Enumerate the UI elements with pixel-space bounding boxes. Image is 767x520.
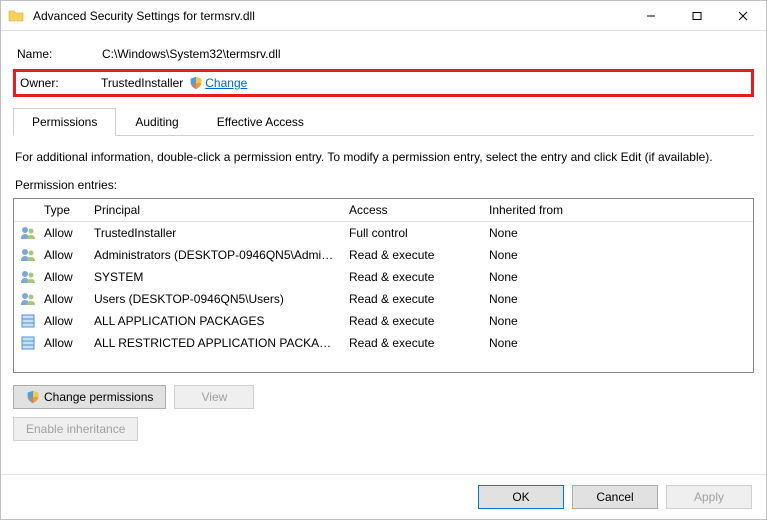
dialog-footer: OK Cancel Apply xyxy=(1,474,766,519)
users-icon xyxy=(14,221,38,245)
maximize-button[interactable] xyxy=(674,1,720,30)
entry-inherited: None xyxy=(483,266,753,288)
tab-strip: Permissions Auditing Effective Access xyxy=(13,107,754,136)
list-header: Type Principal Access Inherited from xyxy=(14,199,753,222)
close-button[interactable] xyxy=(720,1,766,30)
entry-principal: Administrators (DESKTOP-0946QN5\Admini..… xyxy=(88,244,343,266)
table-row[interactable]: AllowALL APPLICATION PACKAGESRead & exec… xyxy=(14,310,753,332)
name-value: C:\Windows\System32\termsrv.dll xyxy=(102,47,280,61)
advanced-security-window: Advanced Security Settings for termsrv.d… xyxy=(0,0,767,520)
entry-access: Read & execute xyxy=(343,310,483,332)
ok-button[interactable]: OK xyxy=(478,485,564,509)
permission-entries-list[interactable]: Type Principal Access Inherited from All… xyxy=(13,198,754,373)
entry-type: Allow xyxy=(38,310,88,332)
entry-access: Read & execute xyxy=(343,332,483,354)
col-access[interactable]: Access xyxy=(343,199,483,221)
entry-principal: TrustedInstaller xyxy=(88,222,343,244)
entry-principal: ALL APPLICATION PACKAGES xyxy=(88,310,343,332)
table-row[interactable]: AllowSYSTEMRead & executeNone xyxy=(14,266,753,288)
entry-principal: SYSTEM xyxy=(88,266,343,288)
entry-inherited: None xyxy=(483,310,753,332)
entry-access: Read & execute xyxy=(343,288,483,310)
col-principal[interactable]: Principal xyxy=(88,199,343,221)
change-permissions-button[interactable]: Change permissions xyxy=(13,385,166,409)
shield-icon xyxy=(189,76,203,90)
entry-type: Allow xyxy=(38,244,88,266)
entry-principal: Users (DESKTOP-0946QN5\Users) xyxy=(88,288,343,310)
package-icon xyxy=(14,309,38,333)
change-owner-link[interactable]: Change xyxy=(205,76,247,90)
tab-permissions[interactable]: Permissions xyxy=(13,108,116,136)
entry-principal: ALL RESTRICTED APPLICATION PACKAGES xyxy=(88,332,343,354)
entry-access: Read & execute xyxy=(343,266,483,288)
owner-label: Owner: xyxy=(18,76,101,90)
users-icon xyxy=(14,265,38,289)
folder-icon xyxy=(1,8,31,24)
entry-inherited: None xyxy=(483,288,753,310)
name-label: Name: xyxy=(17,47,102,61)
entry-inherited: None xyxy=(483,332,753,354)
package-icon xyxy=(14,331,38,355)
enable-inheritance-button: Enable inheritance xyxy=(13,417,138,441)
owner-value: TrustedInstaller xyxy=(101,76,183,90)
entry-type: Allow xyxy=(38,266,88,288)
titlebar[interactable]: Advanced Security Settings for termsrv.d… xyxy=(1,1,766,31)
table-row[interactable]: AllowALL RESTRICTED APPLICATION PACKAGES… xyxy=(14,332,753,354)
entry-access: Full control xyxy=(343,222,483,244)
tab-effective-access[interactable]: Effective Access xyxy=(198,108,323,136)
cancel-button[interactable]: Cancel xyxy=(572,485,658,509)
entry-access: Read & execute xyxy=(343,244,483,266)
col-type[interactable]: Type xyxy=(38,199,88,221)
table-row[interactable]: AllowAdministrators (DESKTOP-0946QN5\Adm… xyxy=(14,244,753,266)
apply-button: Apply xyxy=(666,485,752,509)
users-icon xyxy=(14,287,38,311)
users-icon xyxy=(14,243,38,267)
table-row[interactable]: AllowTrustedInstallerFull controlNone xyxy=(14,222,753,244)
table-row[interactable]: AllowUsers (DESKTOP-0946QN5\Users)Read &… xyxy=(14,288,753,310)
entry-type: Allow xyxy=(38,222,88,244)
col-inherited[interactable]: Inherited from xyxy=(483,199,753,221)
permission-entries-label: Permission entries: xyxy=(13,174,754,198)
entry-type: Allow xyxy=(38,332,88,354)
help-text: For additional information, double-click… xyxy=(13,136,754,174)
entry-type: Allow xyxy=(38,288,88,310)
entry-inherited: None xyxy=(483,222,753,244)
window-title: Advanced Security Settings for termsrv.d… xyxy=(31,9,628,23)
tab-auditing[interactable]: Auditing xyxy=(116,108,197,136)
minimize-button[interactable] xyxy=(628,1,674,30)
shield-icon xyxy=(26,390,40,404)
view-button: View xyxy=(174,385,254,409)
entry-inherited: None xyxy=(483,244,753,266)
name-row: Name: C:\Windows\System32\termsrv.dll xyxy=(13,41,754,67)
owner-row-highlight: Owner: TrustedInstaller Change xyxy=(13,69,754,97)
